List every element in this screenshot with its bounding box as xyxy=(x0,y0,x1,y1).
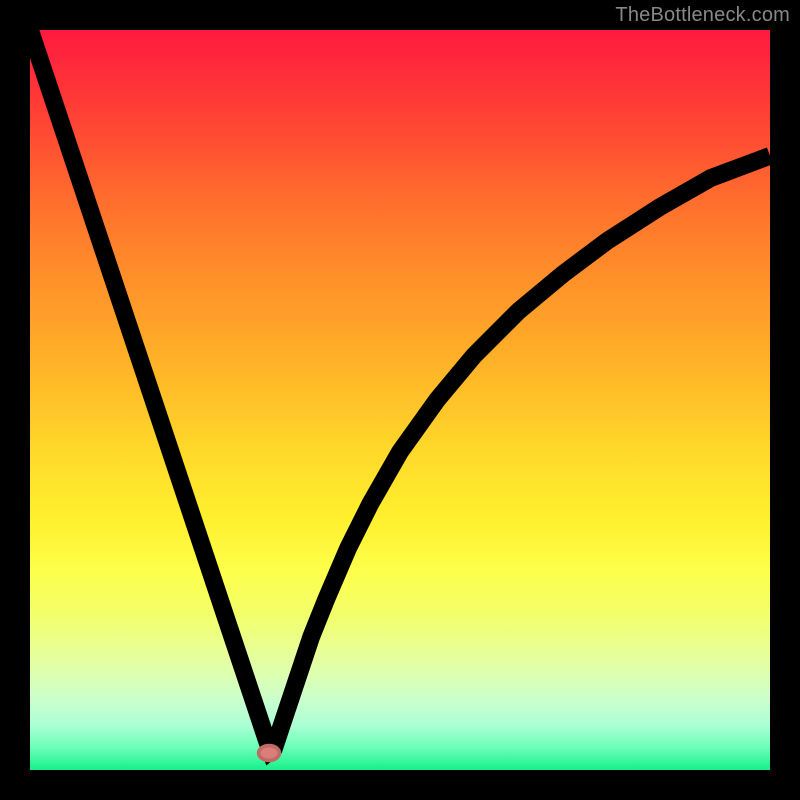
bottleneck-curve xyxy=(30,30,770,751)
plot-area xyxy=(30,30,770,770)
chart-frame: TheBottleneck.com xyxy=(0,0,800,800)
optimum-marker xyxy=(259,746,280,761)
curve-layer xyxy=(30,30,770,770)
attribution-text: TheBottleneck.com xyxy=(615,4,790,27)
